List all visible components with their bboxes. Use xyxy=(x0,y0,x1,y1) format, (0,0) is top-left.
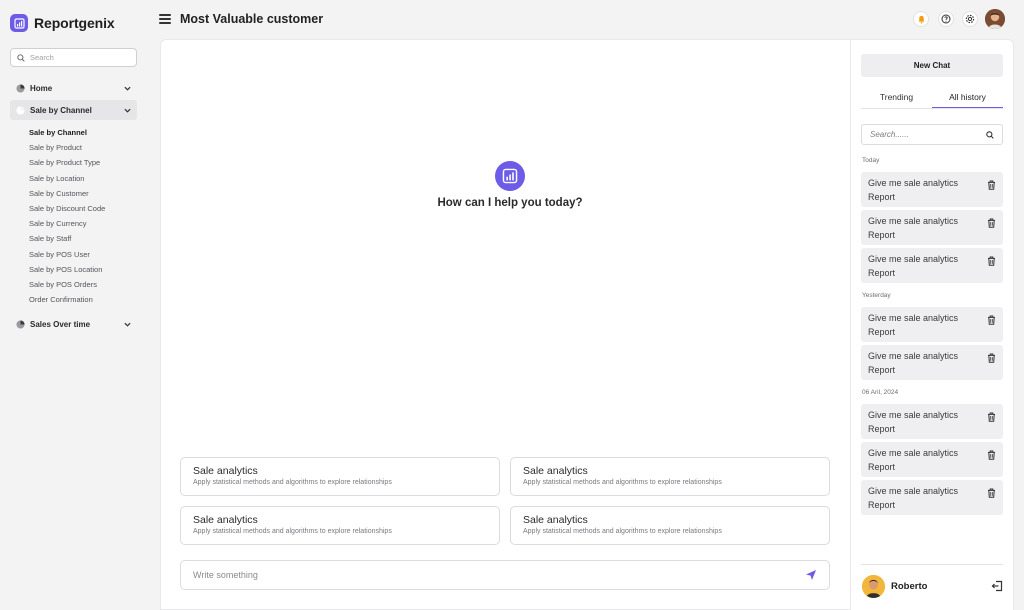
sidebar-search[interactable] xyxy=(10,48,137,67)
history-item[interactable]: Give me sale analytics Report xyxy=(861,172,1003,207)
suggestion-title: Sale analytics xyxy=(523,514,588,526)
history-section-label: Today xyxy=(862,157,880,164)
sidebar-item-sale-by-channel[interactable]: Sale by Channel xyxy=(10,100,137,120)
pie-chart-icon xyxy=(16,319,25,329)
submenu-item-sale-by-pos-location[interactable]: Sale by POS Location xyxy=(29,264,105,279)
assistant-logo-icon xyxy=(495,161,525,191)
bell-icon[interactable] xyxy=(913,11,929,27)
submenu-item-sale-by-channel[interactable]: Sale by Channel xyxy=(29,127,105,142)
help-icon[interactable] xyxy=(938,11,954,27)
history-item[interactable]: Give me sale analytics Report xyxy=(861,345,1003,380)
suggestion-title: Sale analytics xyxy=(193,514,258,526)
chevron-down-icon xyxy=(124,322,131,327)
history-item-text: Give me sale analytics Report xyxy=(868,410,959,434)
sidebar: Reportgenix Home Sale by Channel Sale by… xyxy=(0,0,146,610)
sidebar-item-home[interactable]: Home xyxy=(10,78,137,98)
search-icon xyxy=(17,53,25,62)
trash-icon[interactable] xyxy=(987,450,996,460)
chevron-down-icon xyxy=(124,108,131,113)
submenu-item-sale-by-location[interactable]: Sale by Location xyxy=(29,173,105,188)
trash-icon[interactable] xyxy=(987,218,996,228)
suggestion-card[interactable]: Sale analytics Apply statistical methods… xyxy=(180,457,500,496)
pie-chart-icon xyxy=(16,83,25,93)
greeting-heading: How can I help you today? xyxy=(437,197,583,209)
history-item-text: Give me sale analytics Report xyxy=(868,178,959,202)
history-item[interactable]: Give me sale analytics Report xyxy=(861,442,1003,477)
send-icon[interactable] xyxy=(805,569,817,581)
new-chat-button[interactable]: New Chat xyxy=(861,54,1003,77)
submenu-item-sale-by-product[interactable]: Sale by Product xyxy=(29,142,105,157)
history-item[interactable]: Give me sale analytics Report xyxy=(861,248,1003,283)
history-item-text: Give me sale analytics Report xyxy=(868,254,959,278)
history-item[interactable]: Give me sale analytics Report xyxy=(861,404,1003,439)
search-icon[interactable] xyxy=(986,130,994,139)
trash-icon[interactable] xyxy=(987,180,996,190)
message-composer xyxy=(180,560,830,590)
sidebar-item-label: Sales Over time xyxy=(30,319,91,329)
submenu-item-sale-by-discount-code[interactable]: Sale by Discount Code xyxy=(29,203,105,218)
history-item-text: Give me sale analytics Report xyxy=(868,216,959,240)
trash-icon[interactable] xyxy=(987,412,996,422)
suggestion-description: Apply statistical methods and algorithms… xyxy=(523,479,722,486)
submenu-item-sale-by-customer[interactable]: Sale by Customer xyxy=(29,188,105,203)
trash-icon[interactable] xyxy=(987,488,996,498)
sidebar-item-sales-over-time[interactable]: Sales Over time xyxy=(10,314,137,334)
tab-divider xyxy=(861,108,1003,109)
history-section-label: 06 Aril, 2024 xyxy=(862,389,899,396)
tab-trending[interactable]: Trending xyxy=(861,86,932,108)
submenu-item-sale-by-pos-user[interactable]: Sale by POS User xyxy=(29,249,105,264)
pie-chart-icon xyxy=(16,105,25,115)
trash-icon[interactable] xyxy=(987,315,996,325)
submenu-item-sale-by-pos-orders[interactable]: Sale by POS Orders xyxy=(29,279,105,294)
submenu-item-sale-by-currency[interactable]: Sale by Currency xyxy=(29,218,105,233)
app-logo-icon xyxy=(10,14,28,32)
suggestion-description: Apply statistical methods and algorithms… xyxy=(193,528,392,535)
menu-icon[interactable] xyxy=(159,14,171,24)
sidebar-item-label: Sale by Channel xyxy=(30,105,92,115)
suggestion-title: Sale analytics xyxy=(523,465,588,477)
user-divider xyxy=(861,564,1003,565)
message-input[interactable] xyxy=(193,570,805,580)
sidebar-search-input[interactable] xyxy=(30,53,125,62)
suggestion-card[interactable]: Sale analytics Apply statistical methods… xyxy=(510,457,830,496)
user-name: Roberto xyxy=(891,581,928,592)
logout-icon[interactable] xyxy=(991,580,1003,592)
suggestion-card[interactable]: Sale analytics Apply statistical methods… xyxy=(180,506,500,545)
history-item-text: Give me sale analytics Report xyxy=(868,448,959,472)
history-search[interactable] xyxy=(861,124,1003,145)
chevron-down-icon xyxy=(124,86,131,91)
trash-icon[interactable] xyxy=(987,256,996,266)
settings-icon[interactable] xyxy=(962,11,978,27)
history-item-text: Give me sale analytics Report xyxy=(868,313,959,337)
history-item-text: Give me sale analytics Report xyxy=(868,486,959,510)
submenu-item-sale-by-product-type[interactable]: Sale by Product Type xyxy=(29,157,105,172)
suggestion-card[interactable]: Sale analytics Apply statistical methods… xyxy=(510,506,830,545)
tab-all-history[interactable]: All history xyxy=(932,86,1003,108)
suggestion-title: Sale analytics xyxy=(193,465,258,477)
trash-icon[interactable] xyxy=(987,353,996,363)
history-item[interactable]: Give me sale analytics Report xyxy=(861,307,1003,342)
history-search-input[interactable] xyxy=(870,130,986,139)
suggestion-description: Apply statistical methods and algorithms… xyxy=(193,479,392,486)
sidebar-item-label: Home xyxy=(30,83,53,93)
submenu-item-order-confirmation[interactable]: Order Confirmation xyxy=(29,294,105,309)
history-section-label: Yesterday xyxy=(862,292,891,299)
submenu-item-sale-by-staff[interactable]: Sale by Staff xyxy=(29,233,105,248)
page-title: Most Valuable customer xyxy=(180,12,324,26)
app-name: Reportgenix xyxy=(34,15,115,31)
history-item-text: Give me sale analytics Report xyxy=(868,351,959,375)
user-avatar[interactable] xyxy=(862,575,885,598)
history-item[interactable]: Give me sale analytics Report xyxy=(861,480,1003,515)
brand[interactable]: Reportgenix xyxy=(10,14,115,32)
sidebar-submenu: Sale by Channel Sale by Product Sale by … xyxy=(29,127,105,309)
suggestion-description: Apply statistical methods and algorithms… xyxy=(523,528,722,535)
history-item[interactable]: Give me sale analytics Report xyxy=(861,210,1003,245)
avatar[interactable] xyxy=(985,9,1005,29)
